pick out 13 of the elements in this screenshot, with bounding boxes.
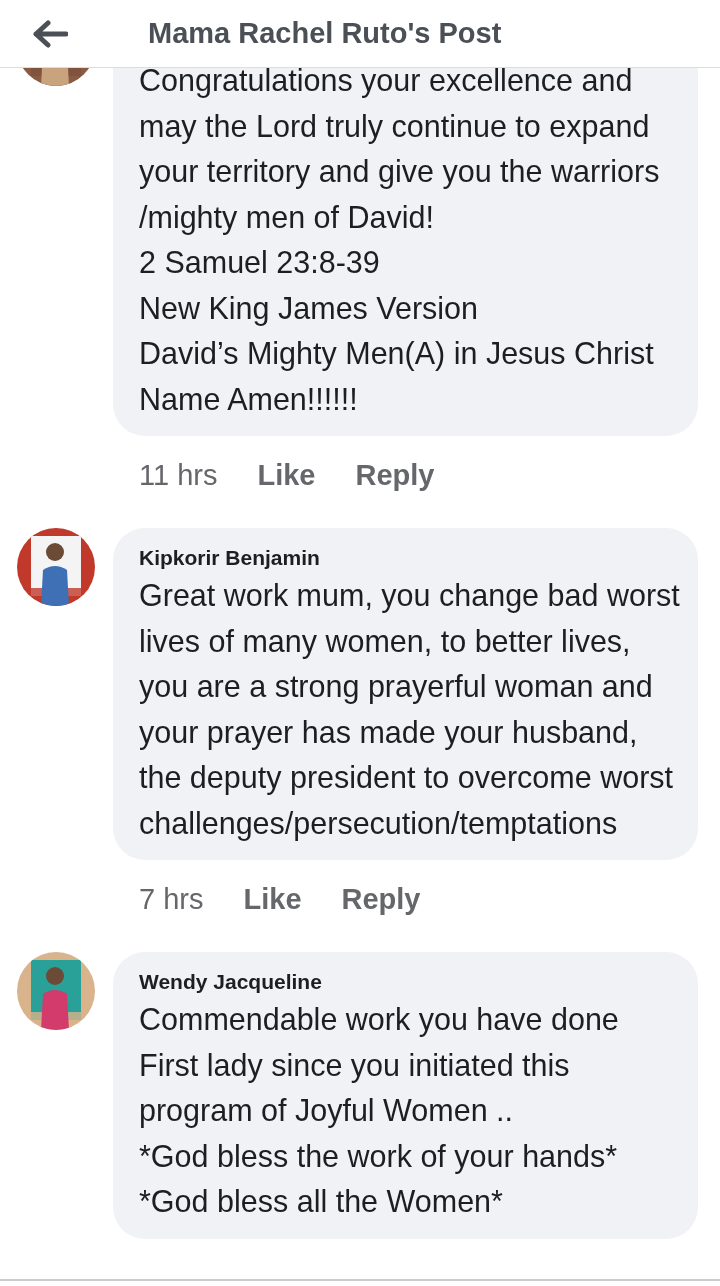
- comment-author[interactable]: Kipkorir Benjamin: [139, 541, 684, 573]
- comment-text: Congratulations your excellence and may the Lord truly continue to expand your territory and give you the warriors /mighty men of David! 2 Samuel 23:8-39 New King James Version David’s Mighty Men(A) in Jesus Christ Name Amen!!!!!!: [139, 62, 661, 418]
- comment-action-link[interactable]: Like: [243, 878, 302, 922]
- comment-text: Great work mum, you change bad worst lives of many women, to better lives, you are a strong prayerful woman and your prayer has made your husband, the deputy president to overcome worst challenges/persecution/temptations: [139, 577, 681, 843]
- comment-action-link[interactable]: Reply: [355, 454, 435, 498]
- comment-time: 11 hrs: [139, 458, 218, 493]
- comment-text: Commendable work you have done First lady since you initiated this program of Joyful Women .. *God bless the work of your hands* *God bless all the Women*: [139, 1001, 620, 1220]
- comment-time: 7 hrs: [139, 882, 204, 917]
- post-title: Mama Rachel Ruto's Post: [148, 15, 502, 51]
- comment-action-link[interactable]: Reply: [341, 878, 421, 922]
- comment-author[interactable]: Wendy Jacqueline: [139, 965, 684, 997]
- back-arrow-icon: [32, 19, 68, 48]
- comment-action-link[interactable]: Like: [257, 454, 316, 498]
